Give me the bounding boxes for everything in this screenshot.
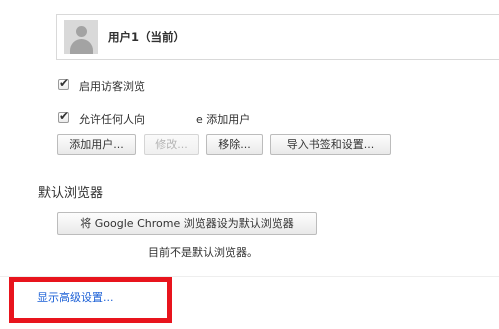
user-list: 用户1（当前） [56,14,499,60]
divider [0,276,499,277]
allow-add-label-suffix: e 添加用户 [196,113,251,126]
remove-user-button[interactable]: 移除... [206,134,263,155]
allow-add-checkbox[interactable]: ✔ [58,109,69,123]
checkmark-icon: ✔ [59,109,70,123]
add-user-button[interactable]: 添加用户... [57,134,136,155]
edit-user-button[interactable]: 修改... [144,134,199,155]
make-default-browser-button[interactable]: 将 Google Chrome 浏览器设为默认浏览器 [57,212,317,235]
allow-add-row[interactable]: ✔ 允许任何人向 e 添加用户 [58,109,258,127]
default-browser-title: 默认浏览器 [38,186,104,201]
user-row-current[interactable]: 用户1（当前） [57,17,499,57]
user-name: 用户1（当前） [108,30,186,44]
default-user-avatar-icon [64,20,98,54]
settings-page: 用户1（当前） ✔ 启用访客浏览 ✔ 允许任何人向 e 添加用户 添加用户...… [0,0,499,329]
allow-add-label: 允许任何人向 [79,113,145,126]
show-advanced-settings-link[interactable]: 显示高级设置... [37,289,114,305]
import-bookmarks-button[interactable]: 导入书签和设置... [270,134,391,155]
enable-guest-checkbox[interactable]: ✔ [58,76,69,90]
checkmark-icon: ✔ [59,76,70,90]
enable-guest-label: 启用访客浏览 [79,80,145,93]
default-browser-status: 目前不是默认浏览器。 [148,246,258,259]
